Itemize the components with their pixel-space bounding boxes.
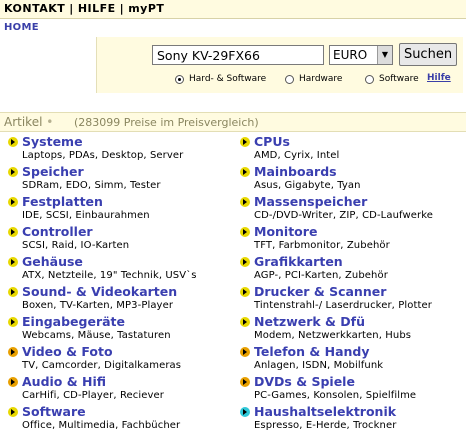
arrow-bullet-icon bbox=[240, 197, 250, 207]
category-link[interactable]: Monitore bbox=[254, 224, 317, 239]
radio-button-icon[interactable] bbox=[365, 74, 374, 84]
category-subtitle: CD-/DVD-Writer, ZIP, CD-Laufwerke bbox=[254, 210, 433, 221]
search-input[interactable] bbox=[152, 45, 324, 65]
arrow-bullet-icon bbox=[240, 377, 250, 387]
price-count: (283099 Preise im Preisvergleich) bbox=[74, 116, 259, 129]
category-link[interactable]: Controller bbox=[22, 224, 93, 239]
category-subtitle: ATX, Netzteile, 19" Technik, USV`s bbox=[22, 270, 197, 281]
breadcrumb-home[interactable]: HOME bbox=[4, 22, 39, 33]
category-subtitle: IDE, SCSI, Einbaurahmen bbox=[22, 210, 150, 221]
category-link[interactable]: Telefon & Handy bbox=[254, 344, 370, 359]
radio-label: Hard- & Software bbox=[189, 74, 267, 84]
category-link[interactable]: Software bbox=[22, 404, 86, 419]
arrow-bullet-icon bbox=[8, 287, 18, 297]
category-link[interactable]: Mainboards bbox=[254, 164, 337, 179]
currency-select[interactable]: EURO ▼ bbox=[329, 45, 393, 65]
arrow-bullet-icon bbox=[8, 227, 18, 237]
category-link[interactable]: Eingabegeräte bbox=[22, 314, 125, 329]
radio-software[interactable]: Software bbox=[365, 74, 419, 84]
category-subtitle: SDRam, EDO, Simm, Tester bbox=[22, 180, 161, 191]
search-button[interactable]: Suchen bbox=[399, 43, 457, 66]
category-subtitle: Asus, Gigabyte, Tyan bbox=[254, 180, 361, 191]
artikel-title-text: Artikel bbox=[4, 115, 43, 129]
category-link[interactable]: Systeme bbox=[22, 134, 83, 149]
category-link[interactable]: Video & Foto bbox=[22, 344, 113, 359]
category-link[interactable]: Grafikkarten bbox=[254, 254, 343, 269]
arrow-bullet-icon bbox=[8, 347, 18, 357]
nav-separator: | bbox=[119, 2, 125, 15]
category-link[interactable]: Speicher bbox=[22, 164, 84, 179]
category-subtitle: Modem, Netzwerkkarten, Hubs bbox=[254, 330, 412, 341]
arrow-bullet-icon bbox=[8, 317, 18, 327]
category-link[interactable]: CPUs bbox=[254, 134, 290, 149]
nav-link-mypt[interactable]: myPT bbox=[128, 2, 164, 15]
category-link[interactable]: Sound- & Videokarten bbox=[22, 284, 177, 299]
arrow-bullet-icon bbox=[240, 137, 250, 147]
category-subtitle: TV, Camcorder, Digitalkameras bbox=[22, 360, 182, 371]
category-link[interactable]: DVDs & Spiele bbox=[254, 374, 355, 389]
nav-link-hilfe[interactable]: HILFE bbox=[78, 2, 116, 15]
arrow-bullet-icon bbox=[8, 407, 18, 417]
category-link[interactable]: Drucker & Scanner bbox=[254, 284, 386, 299]
artikel-title: Artikel • bbox=[4, 115, 53, 129]
chevron-down-icon[interactable]: ▼ bbox=[377, 46, 392, 64]
radio-hard-software[interactable]: Hard- & Software bbox=[175, 74, 266, 84]
category-subtitle: Office, Multimedia, Fachbücher bbox=[22, 420, 181, 431]
radio-label: Hardware bbox=[299, 74, 343, 84]
artikel-header: Artikel • (283099 Preise im Preisverglei… bbox=[0, 112, 466, 132]
category-subtitle: TFT, Farbmonitor, Zubehör bbox=[254, 240, 390, 251]
category-subtitle: Espresso, E-Herde, Trockner bbox=[254, 420, 397, 431]
nav-link-kontakt[interactable]: KONTAKT bbox=[4, 2, 65, 15]
top-nav: KONTAKT | HILFE | myPT bbox=[4, 2, 164, 15]
category-subtitle: Webcams, Mäuse, Tastaturen bbox=[22, 330, 171, 341]
arrow-bullet-icon bbox=[240, 167, 250, 177]
arrow-bullet-icon bbox=[240, 287, 250, 297]
arrow-bullet-icon bbox=[240, 257, 250, 267]
currency-value: EURO bbox=[333, 48, 368, 62]
category-subtitle: Anlagen, ISDN, Mobilfunk bbox=[254, 360, 384, 371]
nav-separator: | bbox=[69, 2, 74, 15]
top-navigation-bar: KONTAKT | HILFE | myPT bbox=[0, 0, 466, 19]
category-link[interactable]: Haushaltselektronik bbox=[254, 404, 396, 419]
category-subtitle: Boxen, TV-Karten, MP3-Player bbox=[22, 300, 174, 311]
radio-button-icon[interactable] bbox=[175, 74, 184, 84]
bullet-icon: • bbox=[46, 115, 54, 129]
category-link[interactable]: Netzwerk & Dfü bbox=[254, 314, 365, 329]
category-subtitle: Laptops, PDAs, Desktop, Server bbox=[22, 150, 184, 161]
arrow-bullet-icon bbox=[8, 377, 18, 387]
arrow-bullet-icon bbox=[8, 197, 18, 207]
category-link[interactable]: Gehäuse bbox=[22, 254, 83, 269]
search-panel: EURO ▼ Suchen Hard- & Software Hardware … bbox=[96, 37, 463, 93]
category-subtitle: SCSI, Raid, IO-Karten bbox=[22, 240, 130, 251]
category-subtitle: AMD, Cyrix, Intel bbox=[254, 150, 340, 161]
radio-button-icon[interactable] bbox=[285, 74, 294, 84]
arrow-bullet-icon bbox=[8, 257, 18, 267]
category-link[interactable]: Massenspeicher bbox=[254, 194, 367, 209]
category-link[interactable]: Audio & Hifi bbox=[22, 374, 106, 389]
arrow-bullet-icon bbox=[8, 167, 18, 177]
help-link[interactable]: Hilfe bbox=[427, 73, 451, 83]
category-link[interactable]: Festplatten bbox=[22, 194, 103, 209]
arrow-bullet-icon bbox=[240, 347, 250, 357]
category-subtitle: AGP-, PCI-Karten, Zubehör bbox=[254, 270, 388, 281]
arrow-bullet-icon bbox=[240, 407, 250, 417]
arrow-bullet-icon bbox=[8, 137, 18, 147]
category-subtitle: PC-Games, Konsolen, Spielfilme bbox=[254, 390, 417, 401]
arrow-bullet-icon bbox=[240, 227, 250, 237]
radio-label: Software bbox=[379, 74, 419, 84]
category-subtitle: CarHifi, CD-Player, Reciever bbox=[22, 390, 165, 401]
arrow-bullet-icon bbox=[240, 317, 250, 327]
category-subtitle: Tintenstrahl-/ Laserdrucker, Plotter bbox=[254, 300, 432, 311]
radio-hardware[interactable]: Hardware bbox=[285, 74, 342, 84]
